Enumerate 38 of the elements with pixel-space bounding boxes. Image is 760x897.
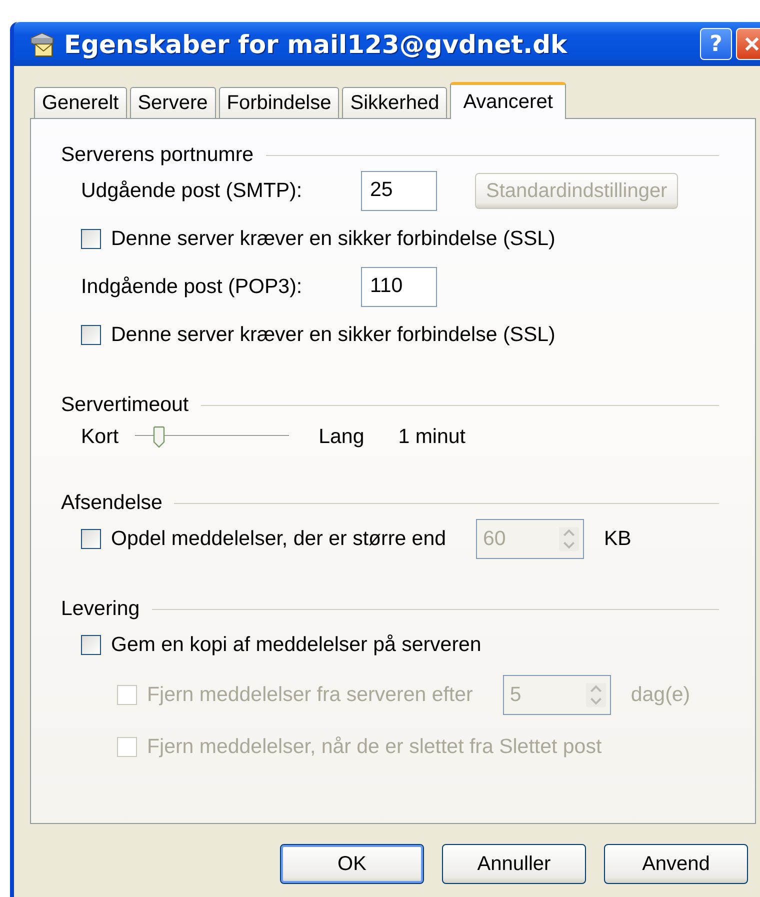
slider-min-label: Kort (81, 425, 119, 449)
checkbox-label: Fjern meddelelser fra serveren efter (147, 683, 473, 707)
slider-thumb[interactable] (153, 426, 166, 448)
checkbox-label: Opdel meddelelser, der er større end (111, 527, 446, 551)
slider-reading: 1 minut (398, 425, 466, 449)
tab[interactable]: Generelt (34, 87, 127, 118)
checkbox[interactable] (81, 529, 101, 549)
dialog-button[interactable]: Annuller (442, 844, 586, 884)
checkbox[interactable] (81, 635, 101, 655)
checkbox-label: Denne server kræver en sikker forbindelse (SSL) (111, 323, 556, 347)
checkbox[interactable] (81, 229, 101, 249)
checkbox-label: Gem en kopi af meddelelser på serveren (111, 633, 482, 657)
close-button[interactable] (736, 28, 760, 60)
close-icon[interactable] (744, 36, 760, 52)
field-label: Udgående post (SMTP): (81, 179, 304, 203)
group-heading: Afsendelse (61, 491, 162, 515)
unit-label: KB (604, 527, 632, 551)
help-button[interactable]: ? (700, 28, 732, 60)
dialog-button[interactable]: OK (280, 844, 424, 884)
group-heading: Serverens portnumre (61, 143, 254, 167)
port-field[interactable]: 25 (361, 171, 437, 211)
tab[interactable]: Sikkerhed (342, 87, 448, 118)
group-heading: Levering (61, 597, 140, 621)
tab[interactable]: Servere (130, 87, 216, 118)
group-heading: Servertimeout (61, 393, 189, 417)
checkbox-label: Fjern meddelelser, når de er slettet fra Slettet post (147, 735, 602, 759)
checkbox[interactable] (81, 325, 101, 345)
tab[interactable]: Avanceret (450, 82, 566, 119)
timeout-slider[interactable] (134, 425, 289, 449)
window-title: Egenskaber for mail123@gvdnet.dk (64, 30, 568, 58)
unit-label: dag(e) (630, 683, 690, 707)
slider-max-label: Lang (318, 425, 364, 449)
port-field[interactable]: 110 (361, 267, 437, 307)
checkbox-label: Denne server kræver en sikker forbindelse (SSL) (111, 227, 556, 251)
tab[interactable]: Forbindelse (218, 87, 340, 118)
field-label: Indgående post (POP3): (81, 275, 304, 299)
dialog-button[interactable]: Anvend (604, 844, 748, 884)
server-mail-icon (28, 30, 56, 58)
